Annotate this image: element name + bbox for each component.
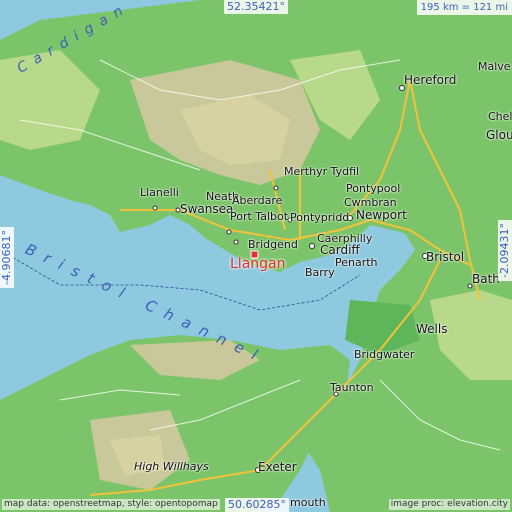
place-merthyr: Merthyr Tydfil xyxy=(284,165,360,178)
place-bridgwater: Bridgwater xyxy=(354,348,415,361)
place-penarth: Penarth xyxy=(335,256,378,269)
map-view[interactable]: Cardigan Bristol Channel Hereford Malve … xyxy=(0,0,512,512)
place-bristol: Bristol xyxy=(426,250,465,264)
place-newport: Newport xyxy=(356,208,407,222)
place-pontypool: Pontypool xyxy=(346,182,401,195)
place-swansea: Swansea xyxy=(180,202,234,216)
place-cardiff: Cardiff xyxy=(320,243,360,257)
place-llanelli: Llanelli xyxy=(140,186,179,199)
place-malvern: Malve xyxy=(478,60,511,73)
place-exeter: Exeter xyxy=(258,460,297,474)
place-bridgend: Bridgend xyxy=(248,238,298,251)
scale-bar: 195 km = 121 mi xyxy=(416,0,512,15)
place-aberdare: Aberdare xyxy=(232,194,283,207)
map-credit: map data: openstreetmap, style: opentopo… xyxy=(2,499,220,510)
place-hereford: Hereford xyxy=(404,73,457,87)
place-high-willhays: High Willhays xyxy=(134,460,209,473)
place-taunton: Taunton xyxy=(330,381,374,394)
coord-left: -4.90681° xyxy=(0,227,14,288)
place-wells: Wells xyxy=(416,322,448,336)
place-port-talbot: Port Talbot xyxy=(230,210,289,223)
image-credit: image proc: elevation.city xyxy=(388,499,510,510)
coord-top: 52.35421° xyxy=(224,0,288,14)
place-pontypridd: Pontypridd xyxy=(290,211,350,224)
coord-bottom: 50.60285° xyxy=(225,498,289,512)
place-barry: Barry xyxy=(305,266,335,279)
place-bath: Bath xyxy=(472,272,500,286)
coord-right: -2.09431° xyxy=(498,220,512,281)
place-cheltenham: Chelt xyxy=(488,110,512,123)
place-exmouth: mouth xyxy=(290,496,326,509)
place-gloucester: Glou xyxy=(486,128,512,142)
place-llangan: Llangan xyxy=(230,256,286,272)
